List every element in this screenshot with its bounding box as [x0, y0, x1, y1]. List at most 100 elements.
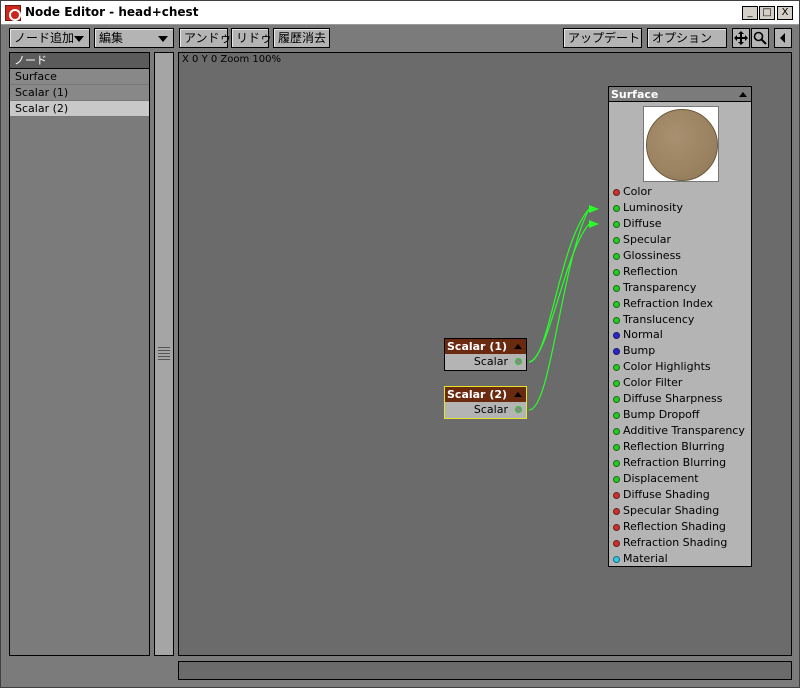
- input-port[interactable]: [613, 284, 620, 292]
- input-label: Refraction Shading: [623, 535, 728, 549]
- undo-button[interactable]: アンドゥ: [179, 28, 232, 48]
- input-label: Color Filter: [623, 376, 683, 390]
- arrow-icon: [589, 220, 599, 228]
- input-port[interactable]: [613, 220, 620, 228]
- material-preview: [643, 106, 719, 182]
- output-label: Scalar: [473, 355, 508, 368]
- input-port[interactable]: [613, 507, 620, 515]
- scalar-node-1[interactable]: Scalar (1) Scalar: [444, 338, 527, 371]
- input-label: Refraction Index: [623, 296, 713, 310]
- list-item[interactable]: Scalar (2): [10, 101, 149, 117]
- input-label: Translucency: [623, 312, 695, 326]
- surface-input-row: Diffuse Shading: [609, 487, 751, 503]
- collapse-triangle-icon[interactable]: [514, 344, 522, 349]
- input-port[interactable]: [613, 491, 620, 499]
- input-port[interactable]: [613, 396, 620, 404]
- input-port[interactable]: [613, 475, 620, 483]
- add-node-label: ノード追加: [14, 31, 75, 45]
- input-port[interactable]: [613, 364, 620, 372]
- input-port[interactable]: [613, 348, 620, 356]
- maximize-button[interactable]: □: [759, 6, 775, 20]
- add-node-dropdown[interactable]: ノード追加: [9, 28, 90, 48]
- surface-input-row: Specular Shading: [609, 503, 751, 519]
- surface-input-row: Color Highlights: [609, 359, 751, 375]
- input-port[interactable]: [613, 539, 620, 547]
- input-port[interactable]: [613, 204, 620, 212]
- zoom-icon[interactable]: [751, 28, 769, 48]
- node-header[interactable]: Surface: [609, 87, 751, 102]
- redo-button[interactable]: リドゥ: [231, 28, 272, 48]
- input-label: Displacement: [623, 471, 699, 485]
- input-label: Glossiness: [623, 248, 682, 262]
- input-port[interactable]: [613, 300, 620, 308]
- input-port[interactable]: [613, 444, 620, 451]
- close-button[interactable]: X: [777, 6, 793, 20]
- scalar-node-2[interactable]: Scalar (2) Scalar: [444, 386, 527, 419]
- surface-input-row: Refraction Blurring: [609, 455, 751, 471]
- input-label: Transparency: [623, 280, 697, 294]
- input-port[interactable]: [613, 459, 620, 467]
- move-icon[interactable]: [732, 28, 750, 48]
- status-bar: [178, 661, 792, 680]
- surface-input-row: Reflection: [609, 264, 751, 280]
- input-label: Luminosity: [623, 200, 683, 214]
- surface-input-row: Reflection Blurring: [609, 439, 751, 455]
- surface-input-row: Glossiness: [609, 248, 751, 264]
- minimize-button[interactable]: _: [742, 6, 758, 20]
- grip-icon[interactable]: [158, 347, 170, 361]
- input-port[interactable]: [613, 236, 620, 244]
- input-port[interactable]: [613, 412, 620, 420]
- output-port[interactable]: [515, 358, 522, 365]
- input-label: Additive Transparency: [623, 424, 745, 438]
- output-label: Scalar: [473, 403, 508, 416]
- input-port[interactable]: [613, 428, 620, 436]
- toolbar: ノード追加 編集 アンドゥ リドゥ 履歴消去 アップデート オプション: [1, 25, 799, 51]
- input-label: Diffuse: [623, 216, 662, 230]
- node-output-row: Scalar: [445, 402, 526, 418]
- surface-input-row: Normal: [609, 327, 751, 343]
- input-port[interactable]: [613, 252, 620, 260]
- window-title: Node Editor - head+chest: [25, 5, 199, 19]
- input-label: Bump Dropoff: [623, 408, 700, 422]
- node-header[interactable]: Scalar (2): [445, 387, 526, 402]
- clear-history-button[interactable]: 履歴消去: [273, 28, 330, 48]
- output-port[interactable]: [515, 406, 522, 413]
- input-port[interactable]: [613, 332, 620, 340]
- title-bar[interactable]: Node Editor - head+chest _ □ X: [1, 1, 799, 25]
- input-port[interactable]: [613, 555, 620, 563]
- connection-wire: [528, 223, 590, 363]
- app-icon: [5, 5, 21, 21]
- edit-dropdown[interactable]: 編集: [94, 28, 174, 48]
- node-output-row: Scalar: [445, 354, 526, 370]
- input-label: Bump: [623, 344, 656, 358]
- surface-input-row: Specular: [609, 232, 751, 248]
- input-port[interactable]: [613, 380, 620, 388]
- edit-label: 編集: [99, 31, 124, 45]
- collapse-triangle-icon[interactable]: [739, 92, 747, 97]
- input-label: Refraction Blurring: [623, 455, 727, 469]
- panel-splitter[interactable]: [154, 52, 174, 656]
- chevron-down-icon: [74, 36, 84, 42]
- input-label: Color: [623, 185, 652, 198]
- node-title: Scalar (2): [447, 388, 508, 401]
- surface-input-row: Reflection Shading: [609, 519, 751, 535]
- input-port[interactable]: [613, 316, 620, 324]
- surface-input-row: Bump Dropoff: [609, 407, 751, 423]
- node-header[interactable]: Scalar (1): [445, 339, 526, 354]
- surface-input-row: Translucency: [609, 312, 751, 328]
- collapse-panel-icon[interactable]: [774, 28, 792, 48]
- surface-input-row: Material: [609, 551, 751, 567]
- list-item[interactable]: Scalar (1): [10, 85, 149, 101]
- surface-node[interactable]: Surface Color Luminosity Diffuse Specular Gl…: [608, 86, 752, 567]
- surface-input-row: Diffuse Sharpness: [609, 391, 751, 407]
- update-button[interactable]: アップデート: [563, 28, 642, 48]
- collapse-triangle-icon[interactable]: [514, 392, 522, 397]
- list-item[interactable]: Surface: [10, 69, 149, 85]
- surface-input-row: Diffuse: [609, 216, 751, 232]
- options-button[interactable]: オプション: [647, 28, 727, 48]
- node-canvas[interactable]: X 0 Y 0 Zoom 100% Scalar (1) Scalar Scal…: [178, 52, 792, 656]
- input-port[interactable]: [613, 523, 620, 531]
- input-port[interactable]: [613, 268, 620, 276]
- input-port[interactable]: [613, 189, 620, 196]
- input-label: Color Highlights: [623, 360, 711, 374]
